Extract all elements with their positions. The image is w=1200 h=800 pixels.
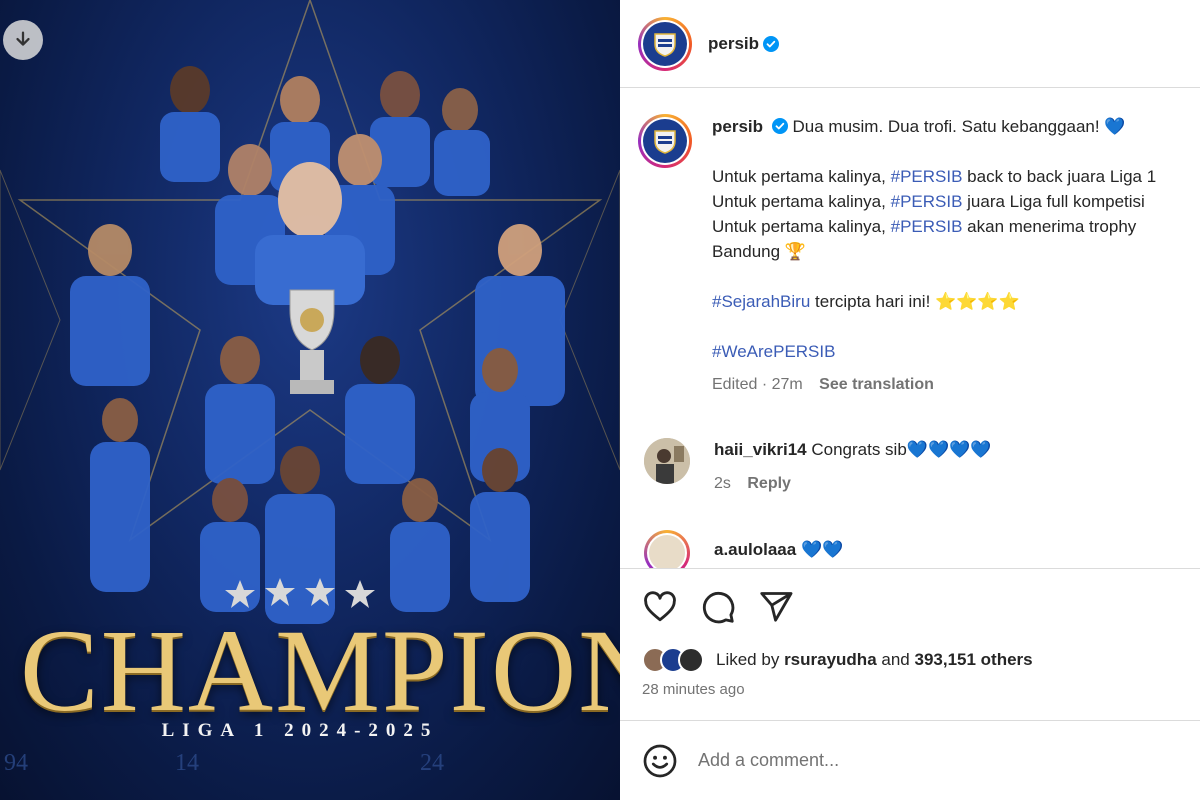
verified-badge-icon — [763, 35, 780, 52]
heart-icon[interactable] — [642, 589, 678, 625]
edited-timestamp: Edited · 27m — [712, 376, 803, 393]
caption-first-line: Dua musim. Dua trofi. Satu kebanggaan! 💙 — [792, 117, 1126, 136]
comment-text: Congrats sib💙💙💙💙 — [811, 440, 992, 459]
download-arrow-icon — [16, 31, 30, 46]
post-timestamp[interactable]: 28 minutes ago — [642, 681, 745, 698]
caption-line-suffix: juara Liga full kompetisi — [967, 192, 1145, 211]
comment-username[interactable]: haii_vikri14 — [714, 440, 807, 459]
svg-text:94: 94 — [4, 750, 28, 776]
caption-line-suffix: akan menerima trophy — [967, 217, 1137, 236]
trophy-graphic — [289, 289, 335, 394]
comment-item: haii_vikri14 Congrats sib💙💙💙💙 2s Reply — [644, 438, 991, 496]
reply-button[interactable]: Reply — [747, 475, 791, 492]
caption-line: Bandung 🏆 — [712, 242, 806, 261]
caption-avatar[interactable] — [638, 114, 692, 168]
hashtag-link[interactable]: #SejarahBiru — [712, 292, 810, 311]
comment-input[interactable] — [698, 750, 1138, 771]
share-send-icon[interactable] — [758, 589, 794, 625]
liked-by-count[interactable]: 393,151 others — [915, 650, 1033, 669]
smiley-face-icon[interactable] — [642, 743, 678, 779]
comment-item: a.aulolaaa 💙💙 — [644, 530, 843, 568]
persib-logo-icon — [643, 119, 687, 163]
liked-by-user[interactable]: rsurayudha — [784, 650, 877, 669]
champion-headline: CHAMPION — [20, 605, 620, 736]
post-details-panel: persib persib Dua musim. Dua trofi. Satu… — [620, 0, 1200, 800]
liked-by-prefix: Liked by — [716, 650, 780, 669]
avatar[interactable] — [678, 647, 704, 673]
liked-by-and: and — [881, 650, 910, 669]
caption: persib Dua musim. Dua trofi. Satu kebang… — [638, 114, 1192, 397]
add-comment-bar — [620, 720, 1200, 800]
comment-bubble-icon[interactable] — [700, 589, 736, 625]
comments-scroll-area[interactable]: persib Dua musim. Dua trofi. Satu kebang… — [620, 88, 1200, 568]
caption-line-suffix: back to back juara Liga 1 — [967, 167, 1157, 186]
hashtag-link[interactable]: #WeArePERSIB — [712, 342, 835, 361]
post-actions: Liked by rsurayudha and 393,151 others 2… — [620, 568, 1200, 720]
caption-line-suffix: tercipta hari ini! ⭐⭐⭐⭐ — [815, 292, 1020, 311]
caption-text: persib Dua musim. Dua trofi. Satu kebang… — [712, 114, 1192, 397]
comment-time: 2s — [714, 475, 731, 492]
caption-line-prefix: Untuk pertama kalinya, — [712, 217, 886, 236]
hashtag-link[interactable]: #PERSIB — [891, 192, 963, 211]
caption-line-prefix: Untuk pertama kalinya, — [712, 167, 886, 186]
caption-username[interactable]: persib — [712, 117, 763, 136]
season-subline: LIGA 1 2024-2025 — [161, 720, 439, 741]
header-username[interactable]: persib — [708, 34, 759, 54]
see-translation-link[interactable]: See translation — [819, 376, 934, 393]
instagram-post-viewer: 94 14 24 CHAMPION LIGA 1 2024-2025 persi… — [0, 0, 1200, 800]
post-header: persib — [620, 0, 1200, 88]
avatar[interactable] — [638, 16, 692, 71]
post-image: 94 14 24 CHAMPION LIGA 1 2024-2025 — [0, 0, 620, 800]
persib-logo-icon — [643, 21, 687, 66]
caption-line-prefix: Untuk pertama kalinya, — [712, 192, 886, 211]
svg-text:14: 14 — [175, 750, 199, 776]
hashtag-link[interactable]: #PERSIB — [891, 217, 963, 236]
comment-username[interactable]: a.aulolaaa — [714, 540, 796, 559]
svg-text:24: 24 — [420, 750, 444, 776]
avatar[interactable] — [644, 438, 690, 484]
hashtag-link[interactable]: #PERSIB — [891, 167, 963, 186]
verified-badge-icon — [771, 118, 788, 134]
likes-summary: Liked by rsurayudha and 393,151 others — [642, 647, 1033, 673]
avatar[interactable] — [644, 530, 690, 568]
download-button[interactable] — [3, 20, 43, 60]
comment-text: 💙💙 — [800, 540, 844, 559]
